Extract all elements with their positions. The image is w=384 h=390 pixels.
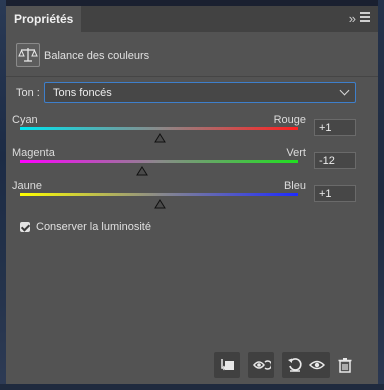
panel-titlebar: Propriétés » (6, 6, 378, 32)
collapse-panel-button[interactable]: » (348, 11, 356, 26)
chevron-down-icon (339, 85, 350, 96)
magenta-green-value-field[interactable]: -12 (314, 152, 356, 169)
view-previous-state-icon (253, 360, 271, 370)
panel-menu-button[interactable] (360, 12, 370, 24)
tone-dropdown[interactable]: Tons foncés (44, 82, 356, 103)
cyan-red-value-field[interactable]: +1 (314, 119, 356, 136)
trash-icon (338, 358, 352, 373)
visibility-icon (309, 360, 325, 370)
cyan-red-slider-handle[interactable] (154, 130, 167, 143)
balance-scale-icon (16, 43, 40, 67)
blue-label: Bleu (283, 180, 306, 192)
tone-selected-value: Tons foncés (53, 87, 112, 99)
preserve-luminosity-label: Conserver la luminosité (36, 221, 151, 233)
red-label: Rouge (273, 114, 306, 126)
magenta-green-slider-handle[interactable] (136, 163, 149, 176)
yellow-label: Jaune (12, 180, 42, 192)
green-label: Vert (286, 147, 306, 159)
tab-properties[interactable]: Propriétés (6, 6, 82, 32)
canvas-edge-bottom (0, 384, 384, 390)
canvas-edge-right (378, 0, 384, 390)
delete-button[interactable] (332, 352, 358, 378)
cyan-label: Cyan (12, 114, 38, 126)
magenta-label: Magenta (12, 147, 55, 159)
adjustment-header: Balance des couleurs (6, 40, 378, 77)
reset-icon (288, 358, 302, 372)
magenta-green-slider-track[interactable] (20, 160, 298, 163)
clip-to-layer-icon (221, 359, 234, 371)
adjustment-title: Balance des couleurs (44, 50, 150, 62)
properties-panel: Propriétés » Balance des couleurs Ton : … (6, 6, 378, 384)
clip-to-layer-button[interactable] (214, 352, 240, 378)
double-chevron-icon: » (348, 11, 356, 26)
yellow-blue-value-field[interactable]: +1 (314, 185, 356, 202)
yellow-blue-slider-handle[interactable] (154, 196, 167, 209)
toggle-visibility-button[interactable] (304, 352, 330, 378)
view-previous-state-button[interactable] (248, 352, 274, 378)
tone-label: Ton : (16, 87, 40, 99)
panel-footer (6, 346, 378, 384)
preserve-luminosity-checkbox[interactable] (20, 222, 30, 232)
